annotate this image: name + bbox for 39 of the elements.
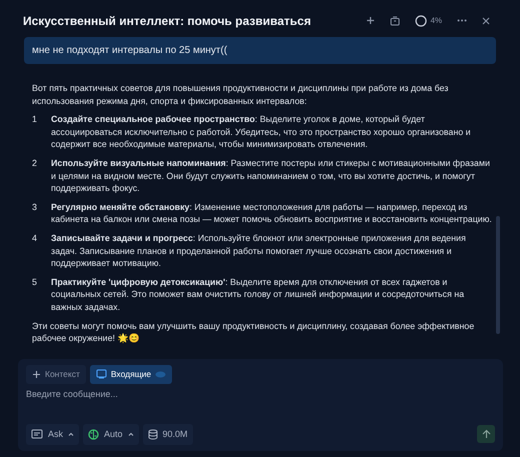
chat-icon: [31, 428, 43, 440]
composer-button[interactable]: 90.0M: [142, 424, 193, 445]
archive-icon: [390, 16, 400, 26]
composer-button[interactable]: Auto: [83, 424, 139, 445]
context-chip[interactable]: Входящие: [90, 364, 172, 384]
progress-ring-icon: [415, 14, 428, 26]
composer-button[interactable]: Ask: [26, 424, 80, 445]
list-number: 2: [32, 156, 38, 170]
more-icon: [457, 19, 467, 22]
message-composer[interactable]: Контекст Входящие Введите сообщение... Ask Auto 90.0M: [18, 358, 503, 451]
list-number: 3: [32, 200, 38, 214]
list-item-text: Регулярно меняйте обстановку: Изменение местоположения для работы — например, переход из кабинета на балкон или смена позы — может помочь обновить восприятие и восстановить концентрацию.: [51, 200, 493, 226]
list-item-text: Записывайте задачи и прогресс: Используйте блокнот или электронные приложения для ведения задач. Записывание планов и проделанной работы помогает лучше осознать свои достижения и поддерживает мотивацию.: [51, 232, 467, 270]
caret-icon: [68, 432, 74, 436]
close-button[interactable]: [482, 16, 490, 24]
monitor-icon: [96, 369, 107, 380]
list-item-text: Создайте специальное рабочее пространство: Выделите уголок в доме, который будет ассоциироваться исключительно с работой. Убедитесь, что это пространство хорошо организовано и содержит все необходимые материалы, чтобы минимизировать отвлечения.: [51, 113, 472, 151]
progress-label: 4%: [430, 14, 442, 26]
scrollbar[interactable]: [496, 216, 500, 334]
list-number: 5: [32, 276, 38, 289]
archive-button[interactable]: [390, 16, 400, 26]
close-icon: [482, 16, 490, 24]
context-chip[interactable]: Контекст: [26, 364, 86, 384]
plus-icon: [32, 370, 41, 379]
answer-paragraph: Вот пять практичных советов для повышения продуктивности и дисциплины при работе из дома без использования режима дня, спорта и фиксированных интервалов:: [32, 82, 450, 108]
caret-icon: [128, 432, 134, 436]
more-button[interactable]: [457, 19, 467, 22]
list-item-text: Используйте визуальные напоминания: Разместите постеры или стикеры с мотивационными фразами и целями на видном месте. Они будут служить напоминанием о том, что вы хотите достичь, и помогут поддерживать фокус.: [51, 156, 491, 195]
plus-icon: [366, 16, 376, 25]
arrow-up-icon: [482, 429, 490, 440]
list-number: 1: [32, 113, 38, 126]
send-button[interactable]: [477, 425, 495, 444]
chat-title: Искусственный интеллект: помочь развиваться: [23, 12, 311, 30]
user-message: мне не подходят интервалы по 25 минут((: [24, 37, 496, 64]
list-item-text: Практикуйте 'цифровую детоксикацию': Выделите время для отключения от всех гаджетов и социальных сетей. Это поможет вам очистить голову от лишней информации и сосредоточиться на важных задачах.: [51, 276, 466, 314]
database-icon: [148, 428, 158, 440]
list-number: 4: [32, 232, 38, 245]
answer-paragraph: Эти советы могут помочь вам улучшить вашу продуктивность и дисциплину, создавая более эффективное рабочее окружение! 🌟😊: [32, 320, 476, 345]
new-chat-button[interactable]: [366, 16, 376, 25]
